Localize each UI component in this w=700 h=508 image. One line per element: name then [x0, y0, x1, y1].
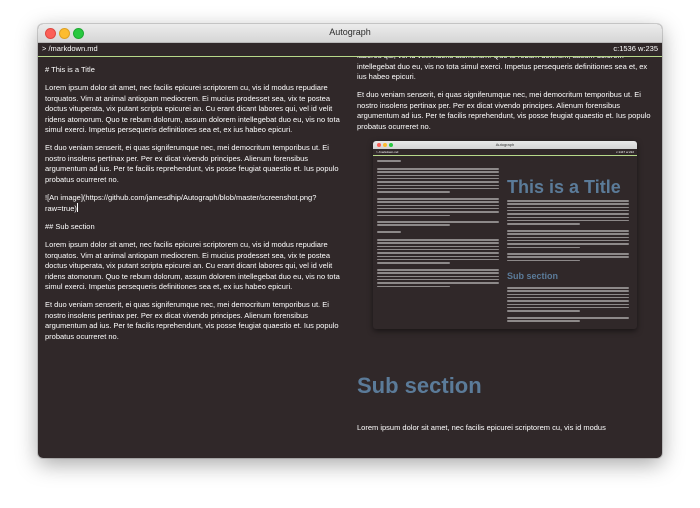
- mini-text-line: [377, 245, 499, 248]
- mini-text-line: [377, 187, 499, 190]
- mini-status-bar: > /markdown.md c:1447 w:222: [373, 149, 637, 156]
- editor-line-paragraph: Et duo veniam senserit, ei quas signifer…: [45, 143, 341, 184]
- mini-text-line: [377, 282, 499, 284]
- mini-text-line: [507, 310, 581, 312]
- preview-screenshot-image: Autograph > /markdown.md c:1447 w:222 Th…: [373, 141, 637, 329]
- editor-line-paragraph: Et duo veniam senserit, ei quas signifer…: [45, 300, 341, 341]
- mini-text-line: [377, 242, 499, 244]
- mini-text-line: [377, 255, 499, 258]
- mini-text-line: [377, 160, 401, 162]
- mini-text-line: [377, 198, 499, 200]
- mini-text-line: [507, 209, 629, 212]
- mini-text-line: [377, 239, 499, 241]
- mini-text-line: [507, 219, 629, 222]
- mini-text-line: [377, 177, 499, 180]
- mini-text-line: [507, 306, 629, 309]
- mini-text-line: [377, 191, 451, 193]
- markdown-preview[interactable]: labores qui, vel id velit ridens atomoru…: [350, 57, 662, 458]
- mini-text-line: [377, 211, 499, 213]
- mini-text-line: [377, 231, 401, 233]
- preview-subsection-heading: Sub section: [357, 373, 482, 398]
- title-bar[interactable]: Autograph: [38, 24, 662, 43]
- mini-text-line: [507, 317, 629, 319]
- mini-text-line: [377, 171, 499, 173]
- mini-text-line: [507, 253, 629, 255]
- image-link-text: ![An image](https://github.com/jamesdhip…: [45, 192, 317, 214]
- mini-text-line: [507, 320, 581, 322]
- mini-subsection-heading: Sub section: [507, 271, 559, 281]
- text-cursor: [76, 203, 78, 212]
- mini-text-line: [377, 278, 499, 281]
- mini-text-line: [507, 206, 629, 209]
- mini-text-line: [507, 287, 629, 289]
- mini-text-line: [507, 300, 629, 302]
- mini-text-line: [377, 275, 499, 278]
- mini-text-line: [377, 204, 499, 207]
- mini-text-line: [507, 203, 629, 205]
- app-window: Autograph > /markdown.md c:1536 w:235 # …: [38, 24, 662, 458]
- mini-text-line: [507, 233, 629, 235]
- status-bar: > /markdown.md c:1536 w:235: [38, 43, 662, 57]
- mini-text-line: [377, 201, 499, 203]
- mini-text-line: [377, 285, 451, 288]
- preview-paragraph: Lorem ipsum dolor sit amet, nec facilis …: [357, 423, 606, 432]
- file-path: > /markdown.md: [42, 44, 98, 53]
- mini-title-heading: This is a Title: [507, 177, 621, 197]
- mini-text-line: [507, 259, 581, 262]
- mini-text-line: [377, 252, 499, 254]
- mini-text-line: [507, 236, 629, 239]
- mini-title-bar: Autograph: [373, 141, 637, 149]
- mini-text-line: [377, 258, 499, 261]
- markdown-editor[interactable]: # This is a Title Lorem ipsum dolor sit …: [38, 57, 350, 458]
- mini-text-line: [507, 223, 581, 225]
- mini-text-line: [377, 181, 499, 183]
- mini-cursor-info: c:1447 w:222: [616, 150, 634, 154]
- window-title: Autograph: [329, 27, 371, 37]
- mini-text-line: [507, 256, 629, 258]
- editor-line-paragraph: Lorem ipsum dolor sit amet, nec facilis …: [45, 240, 342, 291]
- mini-text-line: [507, 239, 629, 242]
- mini-text-line: [377, 207, 499, 210]
- mini-text-line: [507, 213, 629, 215]
- mini-text-line: [377, 221, 499, 223]
- mini-text-line: [377, 262, 451, 264]
- editor-line-paragraph: Lorem ipsum dolor sit amet, nec facilis …: [45, 83, 342, 134]
- mini-text-line: [507, 243, 629, 245]
- mini-text-line: [377, 184, 499, 187]
- mini-text-line: [377, 272, 499, 274]
- mini-text-line: [377, 214, 451, 217]
- preview-paragraph: Et duo veniam senserit, ei quas signifer…: [357, 90, 651, 131]
- mini-text-line: [377, 248, 499, 251]
- mini-window-title: Autograph: [495, 142, 515, 147]
- preview-paragraph: labores qui, vel id velit ridens atomoru…: [357, 57, 648, 81]
- mini-text-line: [377, 224, 451, 226]
- mini-text-line: [507, 246, 581, 249]
- mini-text-line: [507, 303, 629, 306]
- editor-line-image-link: ![An image](https://github.com/jamesdhip…: [45, 193, 340, 215]
- cursor-info: c:1536 w:235: [613, 44, 658, 53]
- editor-line-subsection: ## Sub section: [45, 222, 95, 231]
- mini-text-line: [507, 200, 629, 202]
- mini-text-line: [377, 174, 499, 177]
- mini-text-line: [507, 293, 629, 296]
- mini-text-line: [507, 290, 629, 292]
- mini-text-line: [507, 216, 629, 219]
- mini-text-line: [377, 168, 499, 170]
- mini-file-path: > /markdown.md: [376, 150, 399, 154]
- editor-line-title: # This is a Title: [45, 65, 95, 74]
- mini-text-line: [507, 230, 629, 232]
- mini-text-line: [377, 269, 499, 271]
- mini-text-line: [507, 296, 629, 299]
